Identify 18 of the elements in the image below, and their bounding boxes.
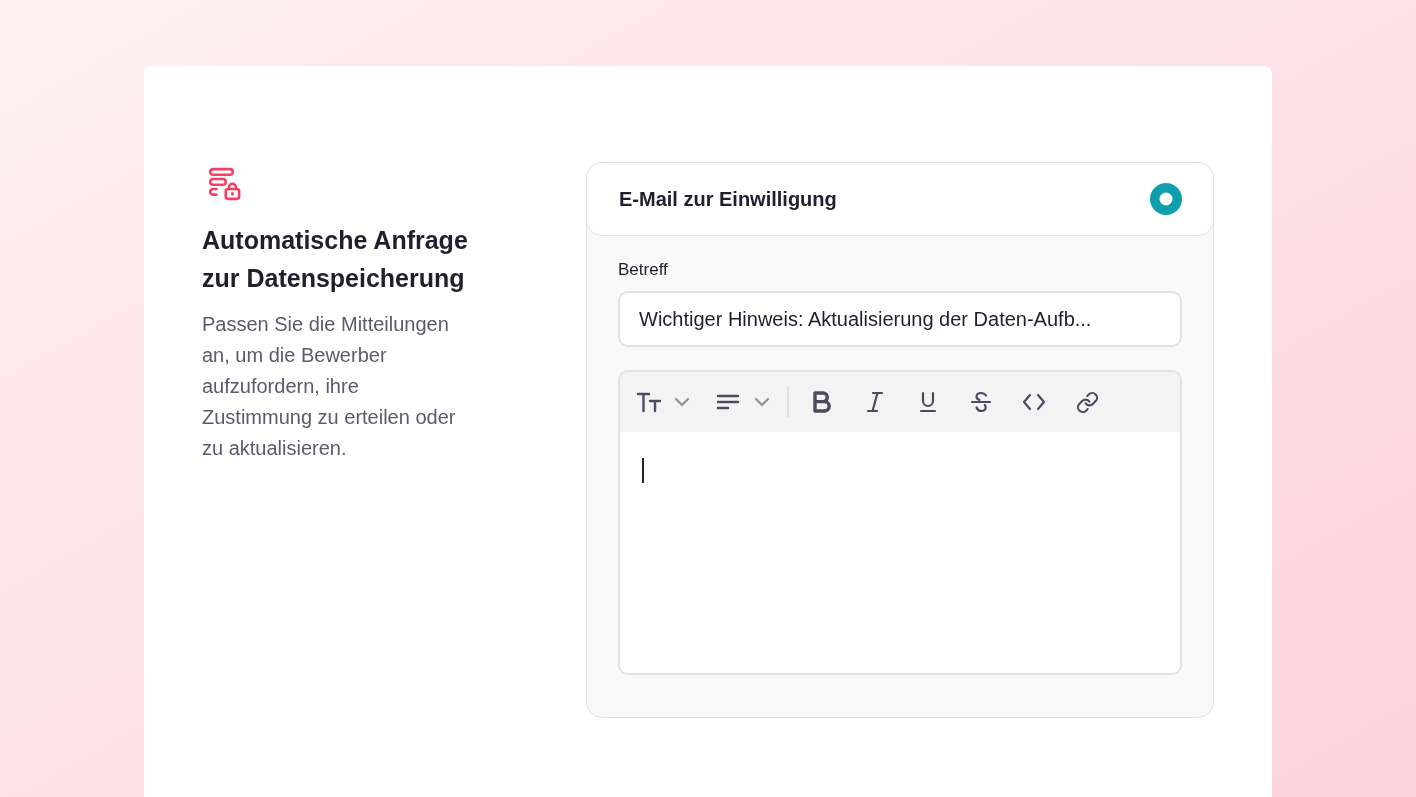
email-title: E-Mail zur Einwilligung [619,187,837,212]
chevron-down-icon [754,397,770,407]
underline-icon [919,391,937,413]
text-size-icon [636,391,662,413]
section-description: Passen Sie die Mitteilungen an, um die Bewerber aufzufordern, ihre Zustimmung zu erteilen oder zu aktualisieren. [202,312,457,461]
radio-button[interactable] [1150,183,1182,215]
text-cursor-icon [642,458,644,483]
italic-icon [866,391,884,413]
subject-input[interactable]: Wichtiger Hinweis: Aktualisierung der Daten-Aufb... [618,291,1182,347]
strikethrough-icon [970,391,992,413]
code-icon [1022,393,1046,411]
align-left-icon [716,394,740,410]
section-title: Automatische Anfrage zur Datenspeicherung [202,225,469,294]
link-icon [1075,390,1099,414]
list-lock-icon [208,167,242,201]
bold-icon [811,390,833,414]
subject-label: Betreff [618,259,669,281]
chevron-down-icon [674,397,690,407]
